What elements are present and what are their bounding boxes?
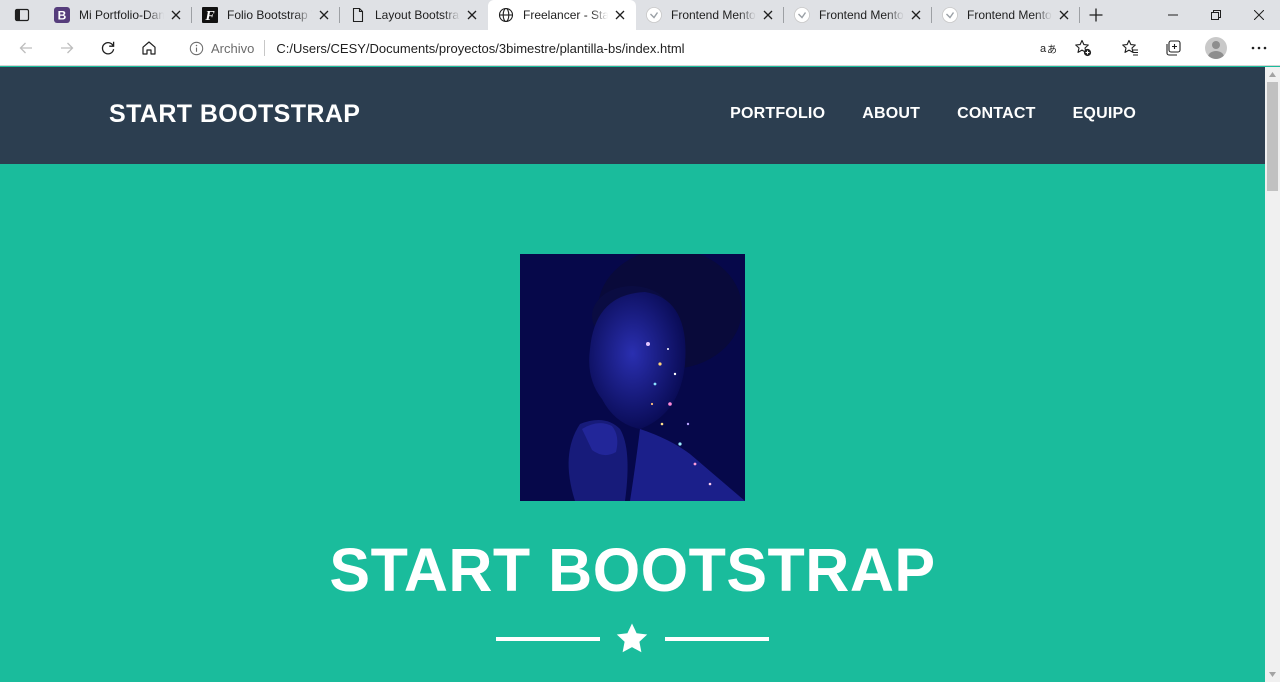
svg-text:F: F <box>204 9 215 23</box>
star-add-icon <box>1075 39 1092 57</box>
browser-tools <box>1108 30 1280 66</box>
nav-link-contact[interactable]: CONTACT <box>957 105 1035 123</box>
globe-icon <box>498 7 514 23</box>
nav-link-about[interactable]: ABOUT <box>862 105 920 123</box>
forward-button[interactable] <box>46 30 87 66</box>
close-tab-icon[interactable] <box>760 7 776 23</box>
browser-tab[interactable]: Layout Bootstrap <box>340 0 488 30</box>
plus-icon <box>1089 8 1103 22</box>
folio-f-icon: F <box>202 7 218 23</box>
close-icon <box>1253 10 1264 20</box>
restore-button[interactable] <box>1194 0 1237 30</box>
nav-menu: PORTFOLIO ABOUT CONTACT EQUIPO <box>730 105 1136 123</box>
close-tab-icon[interactable] <box>908 7 924 23</box>
page-viewport: START BOOTSTRAP PORTFOLIO ABOUT CONTACT … <box>0 67 1265 682</box>
site-info-label[interactable]: Archivo <box>211 41 254 56</box>
favorites-button[interactable] <box>1108 30 1151 66</box>
minimize-button[interactable] <box>1151 0 1194 30</box>
home-icon <box>141 40 156 55</box>
browser-toolbar: Archivo C:/Users/CESY/Documents/proyecto… <box>0 30 1280 66</box>
browser-tab[interactable]: Frontend Mentor <box>932 0 1080 30</box>
site-brand[interactable]: START BOOTSTRAP <box>109 100 360 129</box>
minimize-icon <box>1167 14 1178 16</box>
scroll-up-arrow-icon[interactable] <box>1265 67 1280 82</box>
avatar <box>1204 37 1227 59</box>
settings-menu-button[interactable] <box>1237 30 1280 66</box>
close-tab-icon[interactable] <box>1056 7 1072 23</box>
tab-title: Layout Bootstrap <box>375 8 460 22</box>
translate-icon: aあ <box>1040 43 1057 56</box>
back-button[interactable] <box>5 30 46 66</box>
bootstrap-b-icon: B <box>54 7 70 23</box>
site-navbar: START BOOTSTRAP PORTFOLIO ABOUT CONTACT … <box>0 67 1265 164</box>
home-button[interactable] <box>128 30 169 66</box>
tab-actions-button[interactable] <box>0 0 44 30</box>
profile-button[interactable] <box>1194 30 1237 66</box>
tab-title: Mi Portfolio-Daniel <box>79 8 164 22</box>
back-arrow-icon <box>19 42 32 53</box>
browser-tab[interactable]: B Mi Portfolio-Daniel <box>44 0 192 30</box>
tab-title: Frontend Mentor <box>967 8 1052 22</box>
add-favorite-button[interactable] <box>1066 33 1100 63</box>
hero-title: START BOOTSTRAP <box>329 536 936 604</box>
star-icon <box>616 623 648 653</box>
info-icon[interactable] <box>188 40 204 56</box>
hero-portrait-image <box>520 254 745 501</box>
collections-button[interactable] <box>1151 30 1194 66</box>
tab-title: Folio Bootstrap Template <box>227 8 312 22</box>
divider-line-left <box>496 637 600 641</box>
nav-link-equipo[interactable]: EQUIPO <box>1073 105 1136 123</box>
page-icon <box>350 7 366 23</box>
nav-link-portfolio[interactable]: PORTFOLIO <box>730 105 825 123</box>
svg-text:B: B <box>58 9 67 23</box>
browser-tab-active[interactable]: Freelancer - Start Bootstrap <box>488 0 636 30</box>
refresh-button[interactable] <box>87 30 128 66</box>
restore-icon <box>1210 10 1221 20</box>
collections-icon <box>1165 40 1181 56</box>
frontend-mentor-icon <box>646 7 662 23</box>
close-tab-icon[interactable] <box>168 7 184 23</box>
svg-text:あ: あ <box>1047 44 1057 56</box>
tab-title: Freelancer - Start Bootstrap <box>523 8 608 22</box>
address-bar[interactable]: Archivo C:/Users/CESY/Documents/proyecto… <box>176 33 1100 63</box>
close-tab-icon[interactable] <box>612 7 628 23</box>
close-tab-icon[interactable] <box>316 7 332 23</box>
tab-title: Frontend Mentor <box>819 8 904 22</box>
close-window-button[interactable] <box>1237 0 1280 30</box>
svg-text:a: a <box>1040 43 1047 55</box>
star-divider <box>496 621 769 657</box>
browser-tab[interactable]: Frontend Mentor <box>784 0 932 30</box>
vertical-scrollbar[interactable] <box>1265 67 1280 682</box>
browser-tab[interactable]: Frontend Mentor <box>636 0 784 30</box>
more-dots-icon <box>1251 46 1266 50</box>
window-controls <box>1151 0 1280 30</box>
frontend-mentor-icon <box>942 7 958 23</box>
refresh-icon <box>101 41 114 55</box>
close-tab-icon[interactable] <box>464 7 480 23</box>
forward-arrow-icon <box>60 42 73 53</box>
scroll-down-arrow-icon[interactable] <box>1265 667 1280 682</box>
address-bar-actions: aあ <box>1032 33 1100 63</box>
tab-actions-icon <box>14 8 30 22</box>
frontend-mentor-icon <box>794 7 810 23</box>
favorites-star-icon <box>1121 39 1138 56</box>
url-text[interactable]: C:/Users/CESY/Documents/proyectos/3bimes… <box>276 41 684 56</box>
browser-tab-strip: B Mi Portfolio-Daniel F Folio Bootstrap … <box>0 0 1280 30</box>
browser-tab[interactable]: F Folio Bootstrap Template <box>192 0 340 30</box>
address-divider <box>264 40 266 56</box>
scrollbar-thumb[interactable] <box>1267 82 1278 191</box>
read-aloud-button[interactable]: aあ <box>1032 33 1066 63</box>
divider-line-right <box>665 637 769 641</box>
tab-title: Frontend Mentor <box>671 8 756 22</box>
new-tab-button[interactable] <box>1080 0 1112 30</box>
